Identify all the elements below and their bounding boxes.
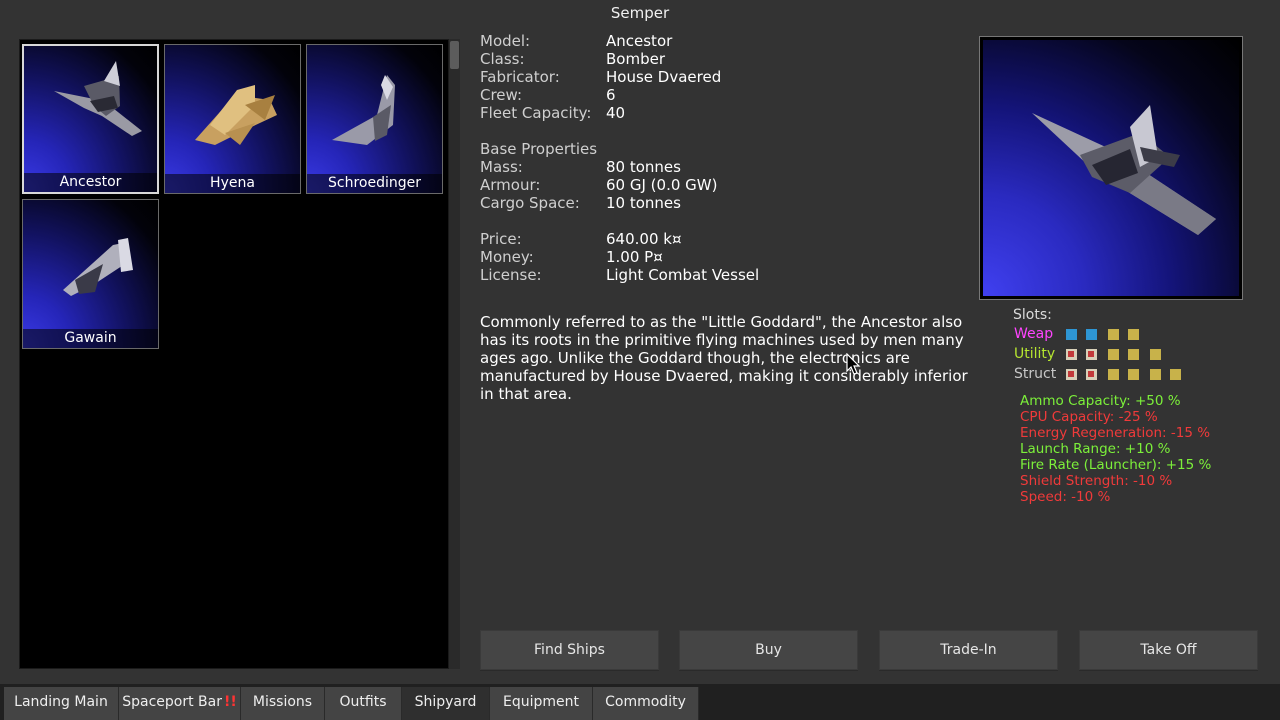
license-value: Light Combat Vessel [606, 266, 760, 284]
window-title: Semper [610, 4, 670, 22]
fleet-capacity-label: Fleet Capacity: [480, 104, 592, 122]
utility-slot[interactable] [1128, 349, 1139, 360]
structure-slot[interactable] [1150, 369, 1161, 380]
structure-slots-label: Struct [1014, 366, 1057, 382]
license-label: License: [480, 266, 542, 284]
ship-tile-label: Gawain [23, 329, 158, 348]
ship-tile-gawain[interactable]: Gawain [22, 199, 159, 349]
mass-label: Mass: [480, 158, 523, 176]
tab-spaceport-bar[interactable]: Spaceport Bar!! [119, 687, 241, 720]
tab-label: Missions [252, 694, 313, 710]
structure-core-slot[interactable] [1086, 369, 1097, 380]
tab-missions[interactable]: Missions [241, 687, 325, 720]
price-label: Price: [480, 230, 522, 248]
ship-tile-schroedinger[interactable]: Schroedinger [306, 44, 443, 194]
cargo-space-value: 10 tonnes [606, 194, 681, 212]
stat-launch-range: Launch Range: +10 % [1020, 441, 1171, 457]
stat-shield-strength: Shield Strength: -10 % [1020, 473, 1173, 489]
base-properties-heading: Base Properties [480, 140, 598, 158]
weapon-slot[interactable] [1066, 329, 1077, 340]
tab-outfits[interactable]: Outfits [325, 687, 402, 720]
stat-cpu-capacity: CPU Capacity: -25 % [1020, 409, 1158, 425]
class-value: Bomber [606, 50, 665, 68]
ship-tile-ancestor[interactable]: Ancestor [22, 44, 159, 194]
tab-shipyard[interactable]: Shipyard [402, 687, 490, 720]
stat-energy-regeneration: Energy Regeneration: -15 % [1020, 425, 1211, 441]
ship-preview [979, 36, 1243, 300]
structure-slot[interactable] [1170, 369, 1181, 380]
tab-label: Equipment [503, 694, 579, 710]
utility-core-slot[interactable] [1086, 349, 1097, 360]
buy-button[interactable]: Buy [679, 630, 858, 670]
weapon-slots-label: Weap [1014, 326, 1054, 342]
structure-slots-row: Struct [1014, 366, 1181, 384]
fabricator-label: Fabricator: [480, 68, 560, 86]
hyena-ship-icon [195, 85, 277, 145]
ancestor-ship-icon [54, 61, 142, 136]
weapon-slot[interactable] [1086, 329, 1097, 340]
model-value: Ancestor [606, 32, 673, 50]
fleet-capacity-value: 40 [606, 104, 626, 122]
alert-icon: !! [223, 694, 237, 710]
weapon-slots-row: Weap [1014, 326, 1139, 344]
ship-tile-label: Hyena [165, 174, 300, 193]
tab-label: Shipyard [414, 694, 477, 710]
ship-details: Model: Ancestor Class: Bomber Fabricator: H… [480, 32, 960, 284]
tab-landing-main[interactable]: Landing Main [4, 687, 119, 720]
tab-label: Commodity [605, 694, 686, 710]
fabricator-value: House Dvaered [606, 68, 722, 86]
utility-core-slot[interactable] [1066, 349, 1077, 360]
utility-slot[interactable] [1108, 349, 1119, 360]
mouse-cursor-icon [846, 353, 861, 375]
stat-speed: Speed: -10 % [1020, 489, 1111, 505]
structure-slot[interactable] [1108, 369, 1119, 380]
find-ships-button[interactable]: Find Ships [480, 630, 659, 670]
take-off-button[interactable]: Take Off [1079, 630, 1258, 670]
tab-label: Landing Main [14, 694, 108, 710]
structure-core-slot[interactable] [1066, 369, 1077, 380]
trade-in-button[interactable]: Trade-In [879, 630, 1058, 670]
tab-label: Spaceport Bar [122, 694, 222, 710]
cargo-space-label: Cargo Space: [480, 194, 580, 212]
utility-slots-row: Utility [1014, 346, 1161, 364]
money-value: 1.00 P¤ [606, 248, 663, 266]
utility-slots-label: Utility [1014, 346, 1056, 362]
slots-title: Slots: [1013, 307, 1052, 323]
structure-slot[interactable] [1128, 369, 1139, 380]
ship-list: Ancestor Hyena Schroedinger Gawain [19, 39, 449, 669]
price-value: 640.00 k¤ [606, 230, 682, 248]
ship-preview-icon [1032, 105, 1216, 235]
ship-tile-label: Ancestor [24, 173, 157, 192]
stat-fire-rate: Fire Rate (Launcher): +15 % [1020, 457, 1212, 473]
armour-value: 60 GJ (0.0 GW) [606, 176, 718, 194]
crew-value: 6 [606, 86, 616, 104]
ship-stats: Ammo Capacity: +50 % CPU Capacity: -25 %… [1020, 393, 1211, 505]
class-label: Class: [480, 50, 525, 68]
tab-label: Outfits [339, 694, 387, 710]
weapon-slot[interactable] [1128, 329, 1139, 340]
stat-ammo-capacity: Ammo Capacity: +50 % [1020, 393, 1181, 409]
armour-label: Armour: [480, 176, 541, 194]
mass-value: 80 tonnes [606, 158, 681, 176]
schroedinger-ship-icon [332, 75, 395, 145]
crew-label: Crew: [480, 86, 523, 104]
tab-commodity[interactable]: Commodity [593, 687, 699, 720]
weapon-slot[interactable] [1108, 329, 1119, 340]
tab-equipment[interactable]: Equipment [490, 687, 593, 720]
utility-slot[interactable] [1150, 349, 1161, 360]
gawain-ship-icon [63, 238, 133, 296]
ship-list-scrollbar-thumb[interactable] [450, 41, 459, 69]
ship-tile-hyena[interactable]: Hyena [164, 44, 301, 194]
model-label: Model: [480, 32, 531, 50]
money-label: Money: [480, 248, 534, 266]
ship-list-scrollbar[interactable] [449, 39, 460, 669]
ship-tile-label: Schroedinger [307, 174, 442, 193]
ship-description: Commonly referred to as the "Little Godd… [480, 313, 968, 403]
